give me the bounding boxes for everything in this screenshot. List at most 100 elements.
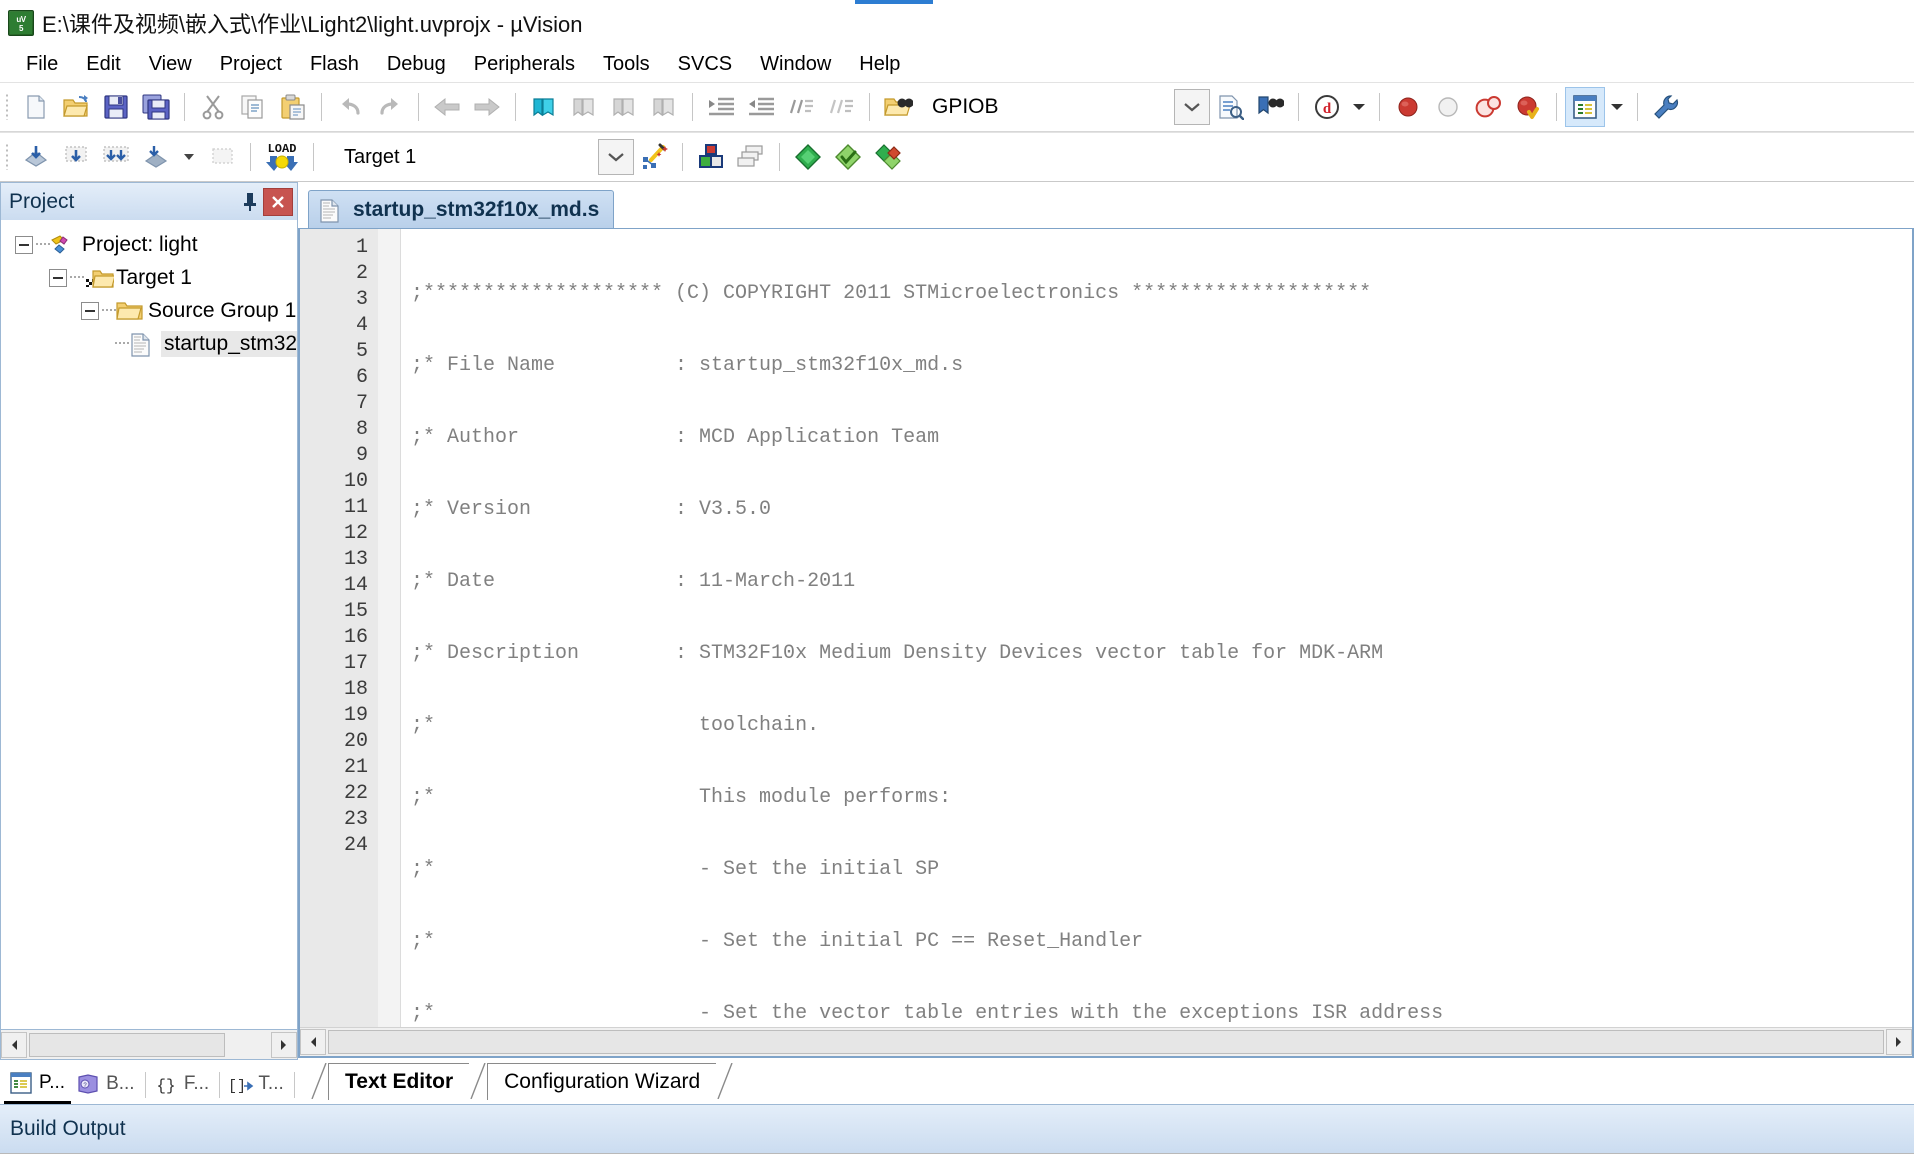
- menu-item-flash[interactable]: Flash: [296, 49, 373, 80]
- search-combo-dropdown[interactable]: [1174, 89, 1210, 125]
- toggle-bookmark-button[interactable]: [524, 87, 564, 127]
- previous-bookmark-button[interactable]: [564, 87, 604, 127]
- menu-item-view[interactable]: View: [135, 49, 206, 80]
- scroll-right-button[interactable]: [1886, 1029, 1912, 1055]
- tree-node-source-file[interactable]: startup_stm32: [1, 327, 297, 360]
- tree-expander[interactable]: [49, 268, 67, 287]
- editor-tab-bar: startup_stm32f10x_md.s: [298, 182, 1914, 228]
- tree-node-target[interactable]: Target 1: [1, 261, 297, 294]
- target-combo[interactable]: Target 1: [336, 140, 586, 174]
- search-combo[interactable]: GPIOB: [924, 90, 1174, 124]
- menu-item-tools[interactable]: Tools: [589, 49, 664, 80]
- cut-button[interactable]: [193, 87, 233, 127]
- scrollbar-thumb[interactable]: [328, 1030, 1884, 1054]
- scroll-left-button[interactable]: [1, 1031, 27, 1058]
- scroll-left-button[interactable]: [300, 1029, 326, 1055]
- code-text[interactable]: ;******************** (C) COPYRIGHT 2011…: [401, 229, 1912, 1027]
- menu-item-project[interactable]: Project: [206, 49, 296, 80]
- panel-tab-label: T...: [258, 1073, 284, 1094]
- pack-installer-button[interactable]: [788, 137, 828, 177]
- indent-button[interactable]: [701, 87, 741, 127]
- menu-item-debug[interactable]: Debug: [373, 49, 460, 80]
- disable-breakpoint-button[interactable]: [1428, 87, 1468, 127]
- download-button[interactable]: LOAD: [259, 137, 305, 177]
- configuration-wizard-button[interactable]: [1646, 87, 1686, 127]
- tree-node-project[interactable]: Project: light: [1, 228, 297, 261]
- comment-button[interactable]: [781, 87, 821, 127]
- editor-horizontal-scrollbar[interactable]: [300, 1027, 1912, 1056]
- panel-tab-books[interactable]: ? B...: [71, 1066, 141, 1104]
- tab-slash-mid: [469, 1063, 487, 1099]
- next-bookmark-button[interactable]: [604, 87, 644, 127]
- breakpoint-column[interactable]: [378, 229, 401, 1027]
- build-button[interactable]: [56, 137, 96, 177]
- project-window-dropdown-button[interactable]: [1605, 87, 1629, 127]
- mode-tab-text-editor[interactable]: Text Editor: [328, 1062, 470, 1100]
- incremental-find-button[interactable]: [1210, 87, 1250, 127]
- mode-tab-label: Configuration Wizard: [504, 1069, 701, 1093]
- clear-bookmarks-button[interactable]: [644, 87, 684, 127]
- translate-button[interactable]: [16, 137, 56, 177]
- outdent-button[interactable]: [741, 87, 781, 127]
- scrollbar-thumb[interactable]: [29, 1032, 225, 1057]
- start-debug-button[interactable]: d: [1307, 87, 1347, 127]
- target-combo-value[interactable]: Target 1: [336, 146, 586, 169]
- enable-all-breakpoints-button[interactable]: [1508, 87, 1548, 127]
- line-number: 18: [343, 678, 368, 701]
- tree-expander[interactable]: [81, 301, 99, 320]
- pin-icon[interactable]: [237, 189, 263, 215]
- stop-build-button[interactable]: [202, 137, 242, 177]
- navigate-backward-button[interactable]: [427, 87, 467, 127]
- menu-item-help[interactable]: Help: [845, 49, 914, 80]
- open-file-button[interactable]: [56, 87, 96, 127]
- line-number: 13: [343, 548, 368, 571]
- tree-node-source-group[interactable]: Source Group 1: [1, 294, 297, 327]
- rebuild-button[interactable]: [96, 137, 136, 177]
- menu-item-svcs[interactable]: SVCS: [664, 49, 746, 80]
- undo-button[interactable]: [330, 87, 370, 127]
- code-line: ;* Date : 11-March-2011: [411, 570, 856, 593]
- save-button[interactable]: [96, 87, 136, 127]
- tree-expander[interactable]: [15, 235, 33, 254]
- find-in-files-button[interactable]: [878, 87, 918, 127]
- navigate-forward-button[interactable]: [467, 87, 507, 127]
- search-combo-value[interactable]: GPIOB: [924, 95, 1174, 119]
- editor-tab-startup-file[interactable]: startup_stm32f10x_md.s: [308, 190, 615, 228]
- toolbar-separator: [515, 93, 516, 121]
- close-icon[interactable]: [263, 187, 293, 216]
- panel-tab-templates[interactable]: [] T...: [223, 1066, 289, 1104]
- scroll-right-button[interactable]: [271, 1031, 297, 1058]
- save-all-button[interactable]: [136, 87, 176, 127]
- manage-project-items-button[interactable]: [691, 137, 731, 177]
- manage-components-button[interactable]: [731, 137, 771, 177]
- toolbar-grip[interactable]: [2, 144, 12, 170]
- project-window-toggle-button[interactable]: [1565, 87, 1605, 127]
- batch-build-dropdown-button[interactable]: [176, 137, 202, 177]
- panel-tab-functions[interactable]: {} F...: [149, 1066, 215, 1104]
- code-viewport[interactable]: 1 2 3 4 5 6 7 8 9 10 11 12 13 14 15 16 1…: [300, 229, 1912, 1027]
- target-options-button[interactable]: [634, 137, 674, 177]
- toolbar-grip[interactable]: [2, 94, 12, 120]
- paste-button[interactable]: [273, 87, 313, 127]
- menu-item-window[interactable]: Window: [746, 49, 845, 80]
- bookmark-find-button[interactable]: [1250, 87, 1290, 127]
- select-software-packs-button[interactable]: [868, 137, 908, 177]
- menu-item-peripherals[interactable]: Peripherals: [460, 49, 589, 80]
- menu-item-edit[interactable]: Edit: [72, 49, 134, 80]
- copy-button[interactable]: [233, 87, 273, 127]
- manage-run-time-button[interactable]: [828, 137, 868, 177]
- menu-item-file[interactable]: File: [12, 49, 72, 80]
- project-horizontal-scrollbar[interactable]: [0, 1030, 298, 1060]
- uncomment-button[interactable]: [821, 87, 861, 127]
- target-combo-dropdown[interactable]: [598, 139, 634, 175]
- batch-build-button[interactable]: [136, 137, 176, 177]
- new-file-button[interactable]: [16, 87, 56, 127]
- chevron-down-icon: [1611, 104, 1623, 110]
- debug-dropdown-button[interactable]: [1347, 87, 1371, 127]
- insert-breakpoint-button[interactable]: [1388, 87, 1428, 127]
- panel-tab-project[interactable]: P...: [4, 1065, 72, 1104]
- mode-tab-configuration-wizard[interactable]: Configuration Wizard: [487, 1062, 717, 1100]
- project-tree[interactable]: Project: light Target 1 Source Group 1 s…: [0, 220, 298, 1030]
- kill-all-breakpoints-button[interactable]: [1468, 87, 1508, 127]
- redo-button[interactable]: [370, 87, 410, 127]
